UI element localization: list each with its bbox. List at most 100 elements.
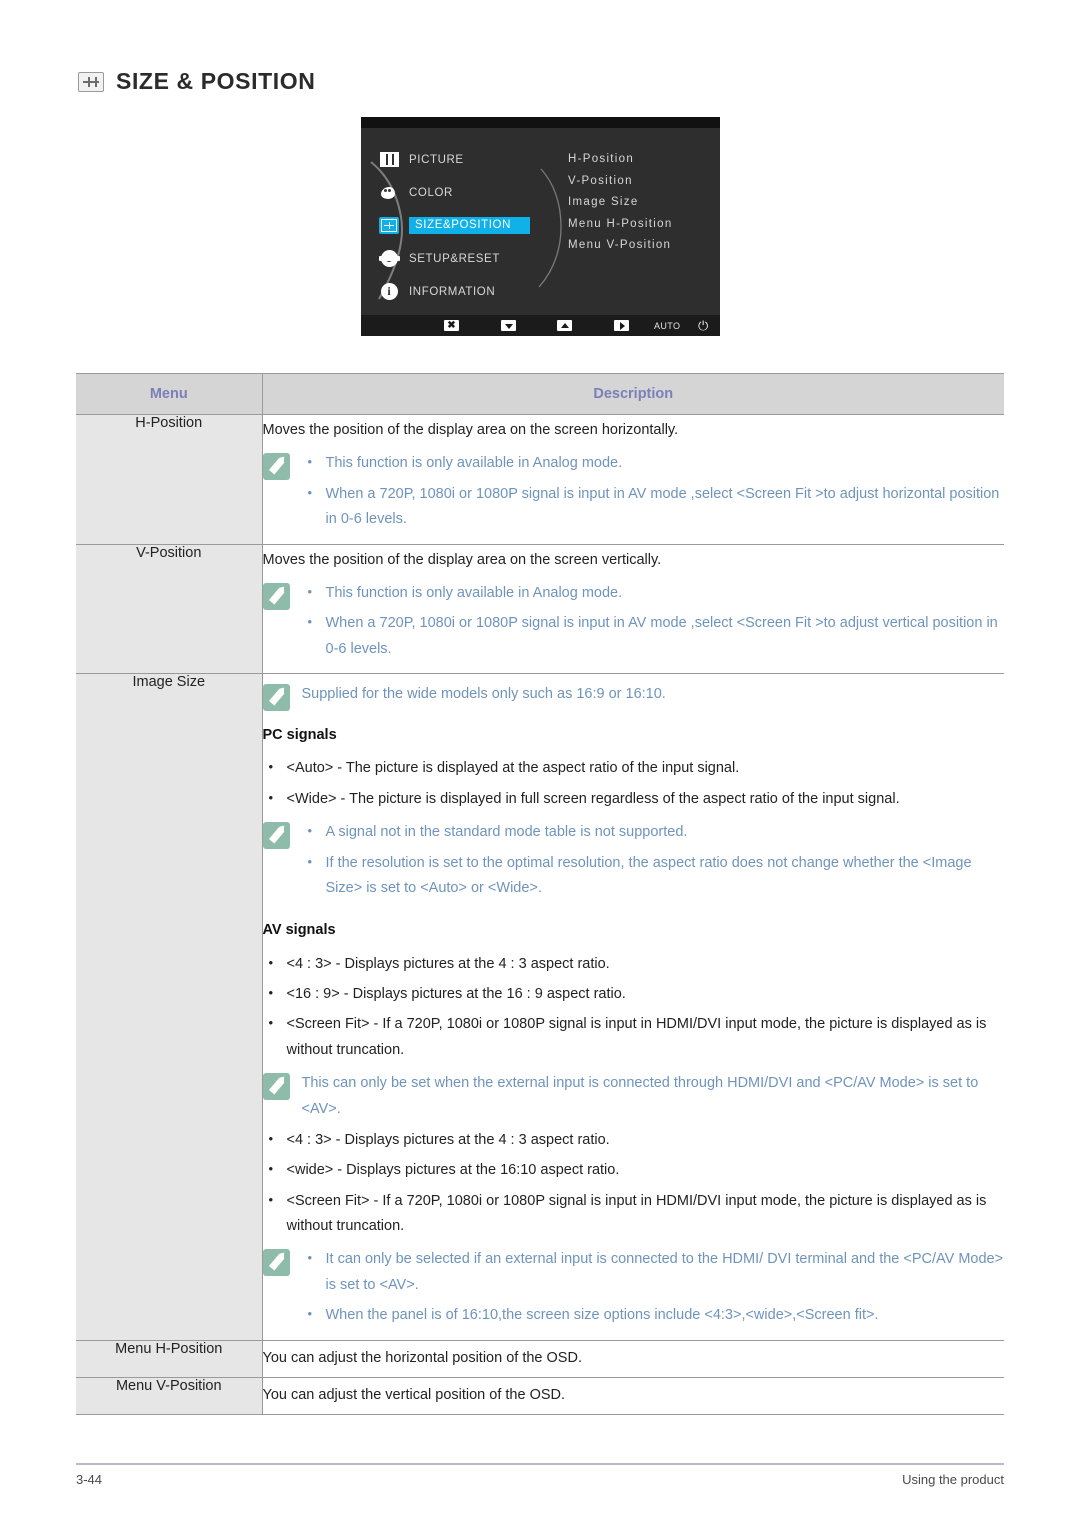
bullet-item: <4 : 3> - Displays pictures at the 4 : 3… xyxy=(263,952,1005,977)
note-pencil-icon xyxy=(262,582,290,610)
subheading-av-signals: AV signals xyxy=(262,922,336,939)
page-title-row: SIZE & POSITION xyxy=(78,68,315,95)
info-icon: i xyxy=(379,283,399,300)
table-header-row: Menu Description xyxy=(76,373,1004,415)
osd-bottom-toolbar: ✖ AUTO ⏻ xyxy=(361,315,720,336)
note-pencil-icon xyxy=(262,1249,290,1277)
page-title: SIZE & POSITION xyxy=(116,68,316,94)
table-header-description: Description xyxy=(262,373,1004,415)
footer-section-label: Using the product xyxy=(902,1472,1004,1487)
note-pencil-icon xyxy=(262,822,290,850)
note-block: Supplied for the wide models only such a… xyxy=(262,682,1005,711)
pc-signal-bullet-list: <Auto> - The picture is displayed at the… xyxy=(263,756,1005,812)
desc-cell-h-position: Moves the position of the display area o… xyxy=(262,414,1005,545)
bullet-item: <4 : 3> - Displays pictures at the 4 : 3… xyxy=(263,1128,1005,1153)
bullet-item: <Auto> - The picture is displayed at the… xyxy=(263,756,1005,781)
table-row: H-Position Moves the position of the dis… xyxy=(76,414,1005,545)
note-block: This can only be set when the external i… xyxy=(262,1071,1005,1122)
footer-page-number: 3-44 xyxy=(76,1472,103,1487)
table-row: V-Position Moves the position of the dis… xyxy=(76,544,1004,674)
bullet-item: <Screen Fit> - If a 720P, 1080i or 1080P… xyxy=(263,1189,1005,1240)
table-row: Image Size Supplied for the wide models … xyxy=(76,673,1005,1341)
power-icon: ⏻ xyxy=(698,318,709,333)
settings-table: Menu Description H-Position Moves the po… xyxy=(76,373,1004,1415)
menu-cell-image-size: Image Size xyxy=(76,673,263,1341)
subheading-pc-signals: PC signals xyxy=(262,727,337,743)
osd-menu-label: SIZE&POSITION xyxy=(409,217,530,234)
desc-intro: Moves the position of the display area o… xyxy=(262,422,679,438)
note-bullet-list: It can only be selected if an external i… xyxy=(302,1247,1005,1328)
bullet-item: <wide> - Displays pictures at the 16:10 … xyxy=(263,1158,1005,1183)
size-position-icon xyxy=(379,217,399,234)
note-bullet: This function is only available in Analo… xyxy=(302,451,1005,476)
osd-auto-button[interactable]: AUTO xyxy=(654,321,680,331)
av-signal-bullet-list-1: <4 : 3> - Displays pictures at the 4 : 3… xyxy=(263,952,1005,1064)
bullet-item: <16 : 9> - Displays pictures at the 16 :… xyxy=(263,982,1005,1007)
table-header-menu: Menu xyxy=(76,373,263,415)
av-signal-bullet-list-2: <4 : 3> - Displays pictures at the 4 : 3… xyxy=(263,1128,1005,1240)
note-bullet-list: This function is only available in Analo… xyxy=(302,451,1005,532)
menu-cell-menu-h-position: Menu H-Position xyxy=(76,1340,263,1378)
osd-exit-button[interactable]: ✖ xyxy=(444,320,459,331)
note-bullet: If the resolution is set to the optimal … xyxy=(302,851,1005,902)
osd-auto-label: AUTO xyxy=(654,320,681,331)
note-bullet: This function is only available in Analo… xyxy=(302,581,1005,606)
note-block: This function is only available in Analo… xyxy=(262,451,1005,537)
footer-divider xyxy=(76,1463,1004,1465)
osd-down-button[interactable] xyxy=(501,320,516,331)
note-pencil-icon xyxy=(262,1073,290,1101)
size-position-icon xyxy=(78,71,104,92)
osd-menu-label: SETUP&RESET xyxy=(409,252,500,265)
osd-power-button[interactable]: ⏻ xyxy=(698,319,708,332)
osd-menu-item-size-position[interactable]: SIZE&POSITION xyxy=(379,209,564,242)
note-bullet-list: This function is only available in Analo… xyxy=(302,581,1005,662)
bullet-item: <Wide> - The picture is displayed in ful… xyxy=(263,787,1005,812)
osd-submenu: H-Position V-Position Image Size Menu H-… xyxy=(568,149,716,257)
picture-icon xyxy=(379,151,399,168)
osd-menu-label: INFORMATION xyxy=(409,285,496,298)
desc-cell-v-position: Moves the position of the display area o… xyxy=(262,544,1004,674)
osd-menu-item-setup-reset[interactable]: SETUP&RESET xyxy=(379,242,564,275)
osd-menu-label: PICTURE xyxy=(409,153,464,166)
note-bullet: A signal not in the standard mode table … xyxy=(302,820,1005,845)
menu-cell-v-position: V-Position xyxy=(76,544,263,674)
osd-screenshot: PICTURE COLOR SIZE&POSITION SETUP&RESET … xyxy=(361,117,720,336)
osd-main-menu: PICTURE COLOR SIZE&POSITION SETUP&RESET … xyxy=(379,143,564,308)
color-icon xyxy=(379,184,399,201)
osd-submenu-item-v-position[interactable]: V-Position xyxy=(568,171,716,193)
osd-menu-item-picture[interactable]: PICTURE xyxy=(379,143,564,176)
note-bullet: When a 720P, 1080i or 1080P signal is in… xyxy=(302,482,1005,533)
desc-cell-image-size: Supplied for the wide models only such a… xyxy=(262,673,1005,1341)
osd-up-button[interactable] xyxy=(557,320,572,331)
note-block: A signal not in the standard mode table … xyxy=(262,820,1005,906)
osd-menu-item-color[interactable]: COLOR xyxy=(379,176,564,209)
osd-submenu-item-menu-v-position[interactable]: Menu V-Position xyxy=(568,235,716,257)
menu-cell-menu-v-position: Menu V-Position xyxy=(76,1377,263,1415)
osd-enter-button[interactable] xyxy=(614,320,629,331)
note-bullet: It can only be selected if an external i… xyxy=(302,1247,1005,1298)
osd-submenu-item-h-position[interactable]: H-Position xyxy=(568,149,716,171)
note-bullet-list: A signal not in the standard mode table … xyxy=(302,820,1005,901)
note-block: It can only be selected if an external i… xyxy=(262,1247,1005,1333)
osd-menu-label: COLOR xyxy=(409,186,453,199)
note-bullet: When a 720P, 1080i or 1080P signal is in… xyxy=(302,611,1005,662)
menu-cell-h-position: H-Position xyxy=(76,414,263,545)
table-row: Menu V-Position You can adjust the verti… xyxy=(76,1377,1004,1415)
note-pencil-icon xyxy=(262,453,290,481)
osd-submenu-item-image-size[interactable]: Image Size xyxy=(568,192,716,214)
note-block: This function is only available in Analo… xyxy=(262,581,1005,667)
osd-submenu-item-menu-h-position[interactable]: Menu H-Position xyxy=(568,214,716,236)
manual-page: SIZE & POSITION PICTURE COLOR SIZE&POSIT… xyxy=(0,0,1080,1527)
note-text: Supplied for the wide models only such a… xyxy=(301,686,666,702)
desc-intro: Moves the position of the display area o… xyxy=(262,551,662,568)
note-text: This can only be set when the external i… xyxy=(301,1075,979,1117)
desc-cell-menu-v-position: You can adjust the vertical position of … xyxy=(262,1377,1004,1415)
gear-icon xyxy=(379,250,399,267)
desc-cell-menu-h-position: You can adjust the horizontal position o… xyxy=(262,1340,1004,1378)
table-row: Menu H-Position You can adjust the horiz… xyxy=(76,1340,1004,1378)
note-bullet: When the panel is of 16:10,the screen si… xyxy=(302,1303,1005,1328)
bullet-item: <Screen Fit> - If a 720P, 1080i or 1080P… xyxy=(263,1012,1005,1063)
osd-menu-item-information[interactable]: i INFORMATION xyxy=(379,275,564,308)
osd-top-bar xyxy=(361,117,720,128)
note-pencil-icon xyxy=(262,684,290,711)
